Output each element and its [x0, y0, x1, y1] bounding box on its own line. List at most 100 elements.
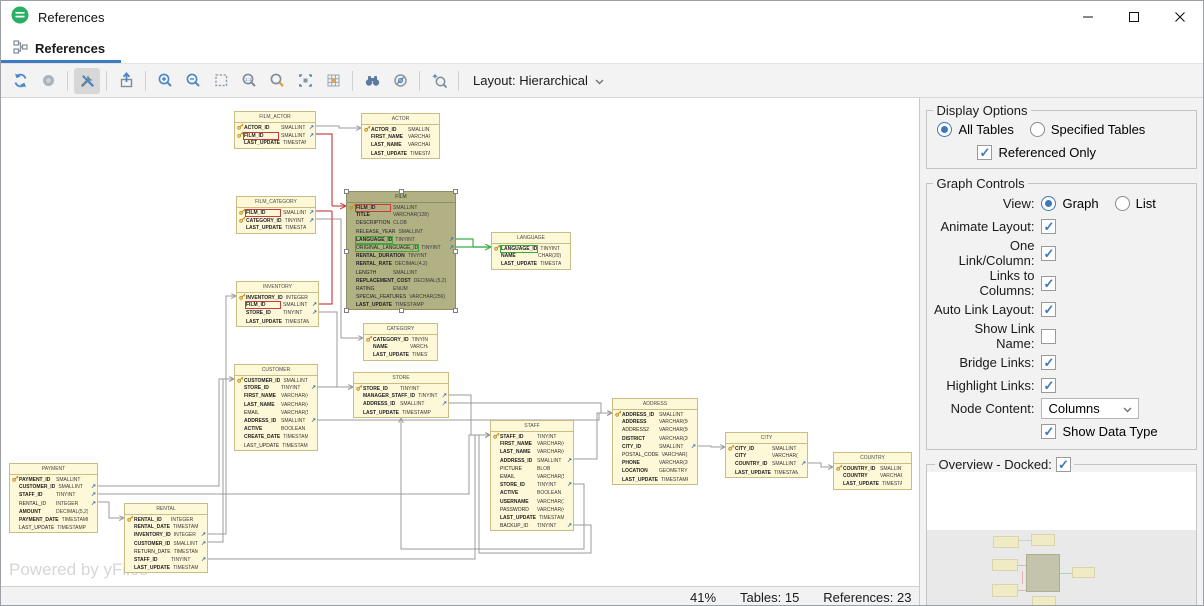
column-row[interactable]: COUNTRY_IDSMALLINT↗ — [726, 460, 807, 468]
highlight-links-checkbox[interactable]: ✓ — [1041, 378, 1056, 393]
column-row[interactable]: STORE_IDTINYINT↗ — [237, 309, 318, 317]
column-row[interactable]: ACTIVEBOOLEAN — [491, 489, 573, 497]
selection-handle[interactable] — [453, 308, 458, 313]
search-icon[interactable] — [264, 68, 290, 94]
specified-tables-radio[interactable]: Specified Tables — [1030, 122, 1145, 137]
column-row[interactable]: CREATE_DATETIMESTAMP — [235, 433, 317, 441]
maximize-button[interactable] — [1111, 1, 1157, 33]
column-row[interactable]: CUSTOMER_IDSMALLINT — [235, 376, 317, 384]
record-icon[interactable] — [35, 68, 61, 94]
list-radio[interactable]: List — [1115, 196, 1156, 211]
column-row[interactable]: ADDRESS_IDSMALLINT↗ — [235, 417, 317, 425]
column-row[interactable]: STORE_IDTINYINT↗ — [491, 481, 573, 489]
one-link-column-checkbox[interactable]: ✓ — [1041, 246, 1056, 261]
table-node-film[interactable]: FILMFILM_IDSMALLINTTITLEVARCHAR(128)DESC… — [346, 191, 456, 310]
column-row[interactable]: INVENTORY_IDINTEGER — [237, 293, 318, 301]
zoom-actual-icon[interactable]: 1:1 — [236, 68, 262, 94]
column-row[interactable]: USERNAMEVARCHAR(16) — [491, 498, 573, 506]
column-row[interactable]: LAST_UPDATETIMESTAMP — [492, 260, 570, 268]
selection-handle[interactable] — [399, 308, 404, 313]
overview-docked-checkbox[interactable]: ✓ — [1056, 457, 1071, 472]
selection-handle[interactable] — [344, 249, 349, 254]
column-row[interactable]: LAST_UPDATETIMESTAMP — [10, 524, 97, 532]
column-row[interactable]: ADDRESSVARCHAR(50) — [613, 418, 697, 426]
column-row[interactable]: AMOUNTDECIMAL(5,2) — [10, 508, 97, 516]
table-node-payment[interactable]: PAYMENTPAYMENT_IDSMALLINTCUSTOMER_IDSMAL… — [9, 463, 98, 533]
column-row[interactable]: LAST_NAMEVARCHAR(45) — [235, 401, 317, 409]
column-row[interactable]: ADDRESS_IDSMALLINT↗ — [354, 400, 448, 408]
node-content-select[interactable]: Columns — [1041, 398, 1139, 419]
graph-radio[interactable]: Graph — [1041, 196, 1098, 211]
column-row[interactable]: LAST_NAMEVARCHAR(45) — [362, 141, 439, 149]
column-row[interactable]: RENTAL_DATETIMESTAMP — [125, 523, 207, 531]
column-row[interactable]: PASSWORDVARCHAR(40) — [491, 506, 573, 514]
column-row[interactable]: PHONEVARCHAR(20) — [613, 459, 697, 467]
column-row[interactable]: CATEGORY_IDTINYINT — [364, 335, 437, 343]
column-row[interactable]: ADDRESS2VARCHAR(50) — [613, 426, 697, 434]
column-row[interactable]: LAST_UPDATETIMESTAMP — [235, 139, 315, 147]
selection-handle[interactable] — [344, 189, 349, 194]
column-row[interactable]: FILM_IDSMALLINT — [347, 203, 455, 211]
export-icon[interactable] — [113, 68, 139, 94]
diagram-canvas[interactable]: Powered by yFiles FILM_ACTORACTOR_IDSMAL… — [1, 98, 919, 586]
overview-viewport[interactable] — [927, 472, 1196, 530]
column-row[interactable]: ACTOR_IDSMALLINT — [362, 125, 439, 133]
binoculars-icon[interactable] — [359, 68, 385, 94]
column-row[interactable]: RENTAL_IDINTEGER — [125, 515, 207, 523]
no-search-icon[interactable] — [387, 68, 413, 94]
fit-content-icon[interactable] — [292, 68, 318, 94]
column-row[interactable]: STORE_IDTINYINT — [354, 384, 448, 392]
table-node-film-category[interactable]: FILM_CATEGORYFILM_IDSMALLINT↗CATEGORY_ID… — [236, 196, 316, 234]
column-row[interactable]: LAST_UPDATETIMESTAMP — [364, 351, 437, 359]
table-node-store[interactable]: STORESTORE_IDTINYINTMANAGER_STAFF_IDTINY… — [353, 372, 449, 418]
column-row[interactable]: FIRST_NAMEVARCHAR(45) — [235, 392, 317, 400]
find-new-icon[interactable] — [426, 68, 452, 94]
refresh-icon[interactable] — [7, 68, 33, 94]
column-row[interactable]: RETURN_DATETIMESTAMP — [125, 548, 207, 556]
column-row[interactable]: CUSTOMER_IDSMALLINT↗ — [10, 483, 97, 491]
column-row[interactable]: CITY_IDSMALLINT↗ — [613, 443, 697, 451]
column-row[interactable]: STORE_IDTINYINT↗ — [235, 384, 317, 392]
selection-handle[interactable] — [399, 189, 404, 194]
column-row[interactable]: ADDRESS_IDSMALLINT — [613, 410, 697, 418]
table-node-language[interactable]: LANGUAGELANGUAGE_IDTINYINTNAMECHAR(20)LA… — [491, 232, 571, 270]
tab-references[interactable]: References — [1, 33, 121, 63]
column-row[interactable]: DESCRIPTIONCLOB — [347, 219, 455, 227]
all-tables-radio[interactable]: All Tables — [937, 122, 1013, 137]
column-row[interactable]: RENTAL_IDINTEGER↗ — [10, 500, 97, 508]
column-row[interactable]: LAST_UPDATETIMESTAMP — [834, 480, 911, 488]
table-node-customer[interactable]: CUSTOMERCUSTOMER_IDSMALLINTSTORE_IDTINYI… — [234, 364, 318, 451]
table-node-category[interactable]: CATEGORYCATEGORY_IDTINYINTNAMEVARCHAR(25… — [363, 323, 438, 361]
column-row[interactable]: BACKUP_IDTINYINT↗ — [491, 522, 573, 530]
links-to-columns-checkbox[interactable]: ✓ — [1041, 276, 1056, 291]
auto-link-layout-checkbox[interactable]: ✓ — [1041, 302, 1056, 317]
column-row[interactable]: PAYMENT_IDSMALLINT — [10, 475, 97, 483]
table-node-country[interactable]: COUNTRYCOUNTRY_IDSMALLINTCOUNTRYVARCHAR(… — [833, 452, 912, 490]
column-row[interactable]: CUSTOMER_IDSMALLINT↗ — [125, 540, 207, 548]
column-row[interactable]: LAST_UPDATETIMESTAMP — [613, 476, 697, 484]
selection-handle[interactable] — [344, 308, 349, 313]
column-row[interactable]: LANGUAGE_IDTINYINT↗ — [347, 236, 455, 244]
column-row[interactable]: ACTIVEBOOLEAN — [235, 425, 317, 433]
column-row[interactable]: RATINGENUM — [347, 285, 455, 293]
column-row[interactable]: LAST_UPDATETIMESTAMP — [235, 442, 317, 450]
column-row[interactable]: LAST_UPDATETIMESTAMP — [726, 469, 807, 477]
show-data-type-checkbox[interactable]: ✓ — [1041, 424, 1056, 439]
column-row[interactable]: EMAILVARCHAR(50) — [235, 409, 317, 417]
column-row[interactable]: PAYMENT_DATETIMESTAMP — [10, 516, 97, 524]
column-row[interactable]: MANAGER_STAFF_IDTINYINT↗ — [354, 392, 448, 400]
table-node-actor[interactable]: ACTORACTOR_IDSMALLINTFIRST_NAMEVARCHAR(4… — [361, 113, 440, 159]
column-row[interactable]: COUNTRY_IDSMALLINT — [834, 464, 911, 472]
column-row[interactable]: STAFF_IDTINYINT↗ — [125, 556, 207, 564]
column-row[interactable]: LAST_UPDATETIMESTAMP — [125, 564, 207, 572]
column-row[interactable]: POSTAL_CODEVARCHAR(10) — [613, 451, 697, 459]
column-row[interactable]: REPLACEMENT_COSTDECIMAL(5,2) — [347, 277, 455, 285]
column-row[interactable]: LAST_NAMEVARCHAR(45) — [491, 448, 573, 456]
table-node-rental[interactable]: RENTALRENTAL_IDINTEGERRENTAL_DATETIMESTA… — [124, 503, 208, 573]
column-row[interactable]: ACTOR_IDSMALLINT↗ — [235, 123, 315, 131]
column-row[interactable]: EMAILVARCHAR(50) — [491, 473, 573, 481]
selection-handle[interactable] — [453, 249, 458, 254]
show-link-name-checkbox[interactable] — [1041, 329, 1056, 344]
column-row[interactable]: NAMEVARCHAR(25) — [364, 343, 437, 351]
close-button[interactable] — [1157, 1, 1203, 33]
